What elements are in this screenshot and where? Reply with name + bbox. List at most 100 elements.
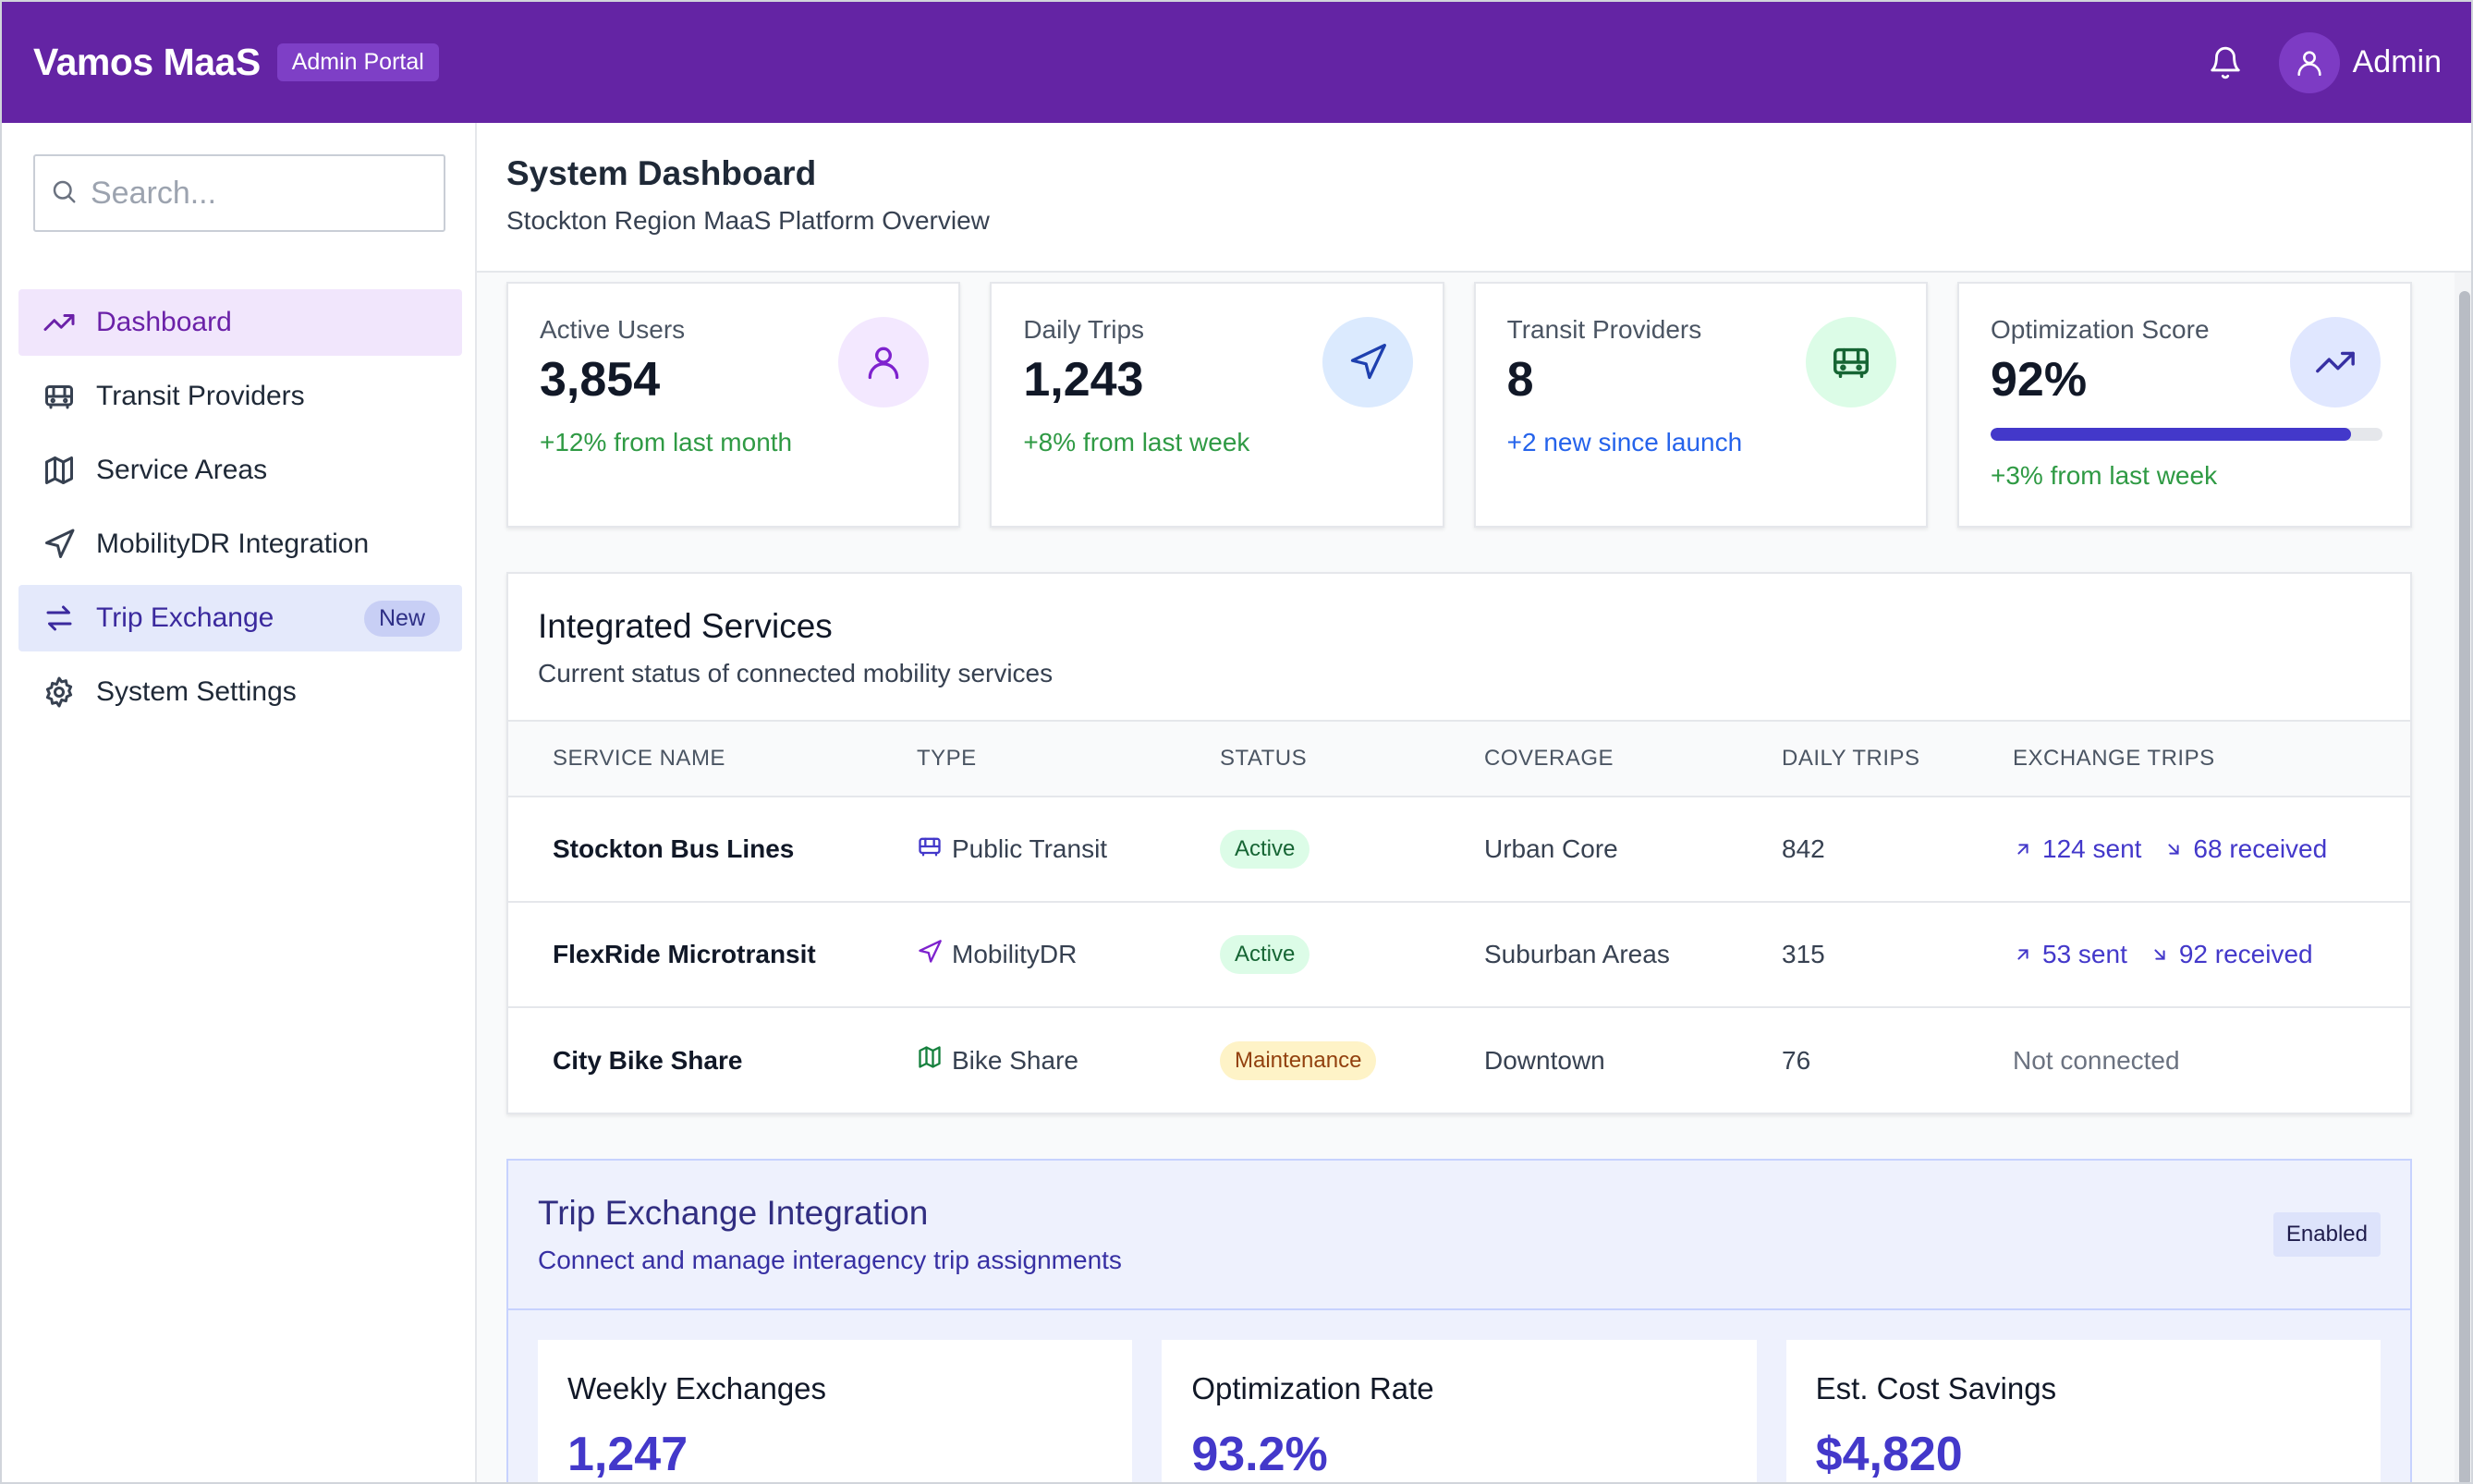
sidebar-item-label: Dashboard xyxy=(96,307,232,337)
stat-card-active-users: Active Users 3,854 +12% from last month xyxy=(506,282,961,528)
stat-card-daily-trips: Daily Trips 1,243 +8% from last week xyxy=(990,282,1444,528)
card-title: Integrated Services xyxy=(538,607,833,645)
status-cell: Active xyxy=(1176,902,1440,1008)
trip-exchange-card: Trip Exchange Integration Connect and ma… xyxy=(506,1159,2412,1482)
column-header[interactable]: EXCHANGE TRIPS xyxy=(1968,721,2410,797)
metric-label: Est. Cost Savings xyxy=(1815,1371,2057,1405)
trending-up-icon xyxy=(2289,317,2381,407)
table-row[interactable]: FlexRide Microtransit MobilityDR Active xyxy=(508,902,2410,1008)
search-input[interactable]: Search... xyxy=(33,154,445,232)
search-icon xyxy=(50,177,78,210)
metric-label: Weekly Exchanges xyxy=(567,1371,827,1405)
map-icon xyxy=(917,1044,943,1077)
trip-exchange-subtitle: Connect and manage interagency trip assi… xyxy=(538,1246,1122,1274)
stat-card-transit-providers: Transit Providers 8 +2 new since launch xyxy=(1473,282,1928,528)
table-row[interactable]: City Bike Share Bike Share Maintenance D… xyxy=(508,1007,2410,1113)
received-count[interactable]: 92 received xyxy=(2179,940,2313,969)
sidebar-item-dashboard[interactable]: Dashboard xyxy=(18,289,462,356)
gear-icon xyxy=(41,674,78,711)
sidebar-item-label: Trip Exchange xyxy=(96,602,274,633)
bus-icon xyxy=(917,833,943,866)
type-cell: MobilityDR xyxy=(872,902,1176,1008)
trip-exchange-metrics: Weekly Exchanges 1,247 Optimization Rate… xyxy=(508,1310,2410,1482)
stat-note: +8% from last week xyxy=(1023,428,1250,456)
arrow-down-right-icon xyxy=(2150,944,2170,965)
sidebar-item-label: System Settings xyxy=(96,676,297,707)
metric-value: 1,247 xyxy=(567,1428,688,1481)
metric-value: $4,820 xyxy=(1815,1428,1963,1481)
sidebar-item-trip-exchange[interactable]: Trip Exchange New xyxy=(18,585,462,651)
portal-badge: Admin Portal xyxy=(276,43,439,81)
column-header[interactable]: TYPE xyxy=(872,721,1176,797)
service-name: FlexRide Microtransit xyxy=(508,902,872,1008)
service-name: Stockton Bus Lines xyxy=(508,797,872,903)
scrollbar-thumb[interactable] xyxy=(2459,291,2470,1482)
navigation-icon xyxy=(917,939,943,971)
navigation-icon xyxy=(41,526,78,563)
sidebar: Search... Dashboard Transit Providers Se… xyxy=(2,123,477,1482)
service-type: Public Transit xyxy=(952,834,1108,863)
page-header: System Dashboard Stockton Region MaaS Pl… xyxy=(477,123,2471,273)
sent-count[interactable]: 53 sent xyxy=(2042,940,2127,969)
column-header[interactable]: SERVICE NAME xyxy=(508,721,872,797)
type-cell: Public Transit xyxy=(872,797,1176,903)
arrow-up-right-icon xyxy=(2013,839,2033,859)
coverage: Suburban Areas xyxy=(1440,902,1737,1008)
main-content: System Dashboard Stockton Region MaaS Pl… xyxy=(477,123,2471,1482)
brand-logo[interactable]: Vamos MaaS xyxy=(33,41,261,84)
bus-icon xyxy=(41,378,78,415)
status-badge: Active xyxy=(1220,935,1310,974)
service-type: MobilityDR xyxy=(952,940,1078,968)
header-actions: Admin xyxy=(2205,31,2442,93)
search-placeholder: Search... xyxy=(91,175,217,211)
service-name: City Bike Share xyxy=(553,1045,743,1075)
exchange-cell: 53 sent 92 received xyxy=(1968,902,2410,1008)
user-icon xyxy=(838,317,930,407)
sidebar-item-label: MobilityDR Integration xyxy=(96,529,370,559)
new-badge: New xyxy=(363,600,440,637)
integrated-services-card: Integrated Services Current status of co… xyxy=(506,572,2412,1114)
sidebar-item-label: Transit Providers xyxy=(96,381,305,411)
stats-row: Active Users 3,854 +12% from last month … xyxy=(506,282,2412,528)
stat-note: +2 new since launch xyxy=(1506,428,1743,456)
sent-count[interactable]: 124 sent xyxy=(2042,834,2141,864)
arrow-down-right-icon xyxy=(2163,839,2184,859)
user-name[interactable]: Admin xyxy=(2353,44,2442,80)
trending-up-icon xyxy=(41,304,78,341)
daily-trips: 842 xyxy=(1737,797,1968,903)
received-count[interactable]: 68 received xyxy=(2193,834,2327,864)
map-icon xyxy=(41,452,78,489)
daily-trips: 315 xyxy=(1737,902,1968,1008)
sidebar-item-label: Service Areas xyxy=(96,455,268,485)
metric-optimization-rate: Optimization Rate 93.2% xyxy=(1162,1340,1757,1482)
avatar[interactable] xyxy=(2278,31,2340,93)
bell-icon[interactable] xyxy=(2205,43,2246,83)
stat-card-optimization-score: Optimization Score 92% +3% from last wee… xyxy=(1956,282,2412,528)
metric-value: 93.2% xyxy=(1191,1428,1328,1481)
metric-cost-savings: Est. Cost Savings $4,820 xyxy=(1785,1340,2381,1482)
sidebar-item-system-settings[interactable]: System Settings xyxy=(18,659,462,725)
column-header[interactable]: STATUS xyxy=(1176,721,1440,797)
arrow-up-right-icon xyxy=(2013,944,2033,965)
column-header[interactable]: DAILY TRIPS xyxy=(1737,721,1968,797)
status-badge: Active xyxy=(1220,830,1310,869)
scrollbar[interactable] xyxy=(2455,273,2471,1482)
type-cell: Bike Share xyxy=(872,1007,1176,1113)
page-subtitle: Stockton Region MaaS Platform Overview xyxy=(506,206,990,235)
metric-label: Optimization Rate xyxy=(1191,1371,1434,1405)
exchange-status: Not connected xyxy=(2013,1045,2180,1075)
sidebar-item-mobilitydr[interactable]: MobilityDR Integration xyxy=(18,511,462,578)
table-row[interactable]: Stockton Bus Lines Public Transit Active xyxy=(508,797,2410,903)
progress-fill xyxy=(1990,428,2352,441)
stat-note: +3% from last week xyxy=(1990,461,2218,490)
dashboard-content: Active Users 3,854 +12% from last month … xyxy=(506,282,2412,1482)
coverage: Downtown xyxy=(1484,1045,1605,1075)
sidebar-item-service-areas[interactable]: Service Areas xyxy=(18,437,462,504)
sidebar-nav: Dashboard Transit Providers Service Area… xyxy=(18,289,462,733)
optimization-progress-bar xyxy=(1990,428,2382,441)
card-subtitle: Current status of connected mobility ser… xyxy=(538,659,1054,687)
metric-weekly-exchanges: Weekly Exchanges 1,247 xyxy=(538,1340,1133,1482)
sidebar-item-transit-providers[interactable]: Transit Providers xyxy=(18,363,462,430)
column-header[interactable]: COVERAGE xyxy=(1440,721,1737,797)
page-title: System Dashboard xyxy=(506,154,817,192)
